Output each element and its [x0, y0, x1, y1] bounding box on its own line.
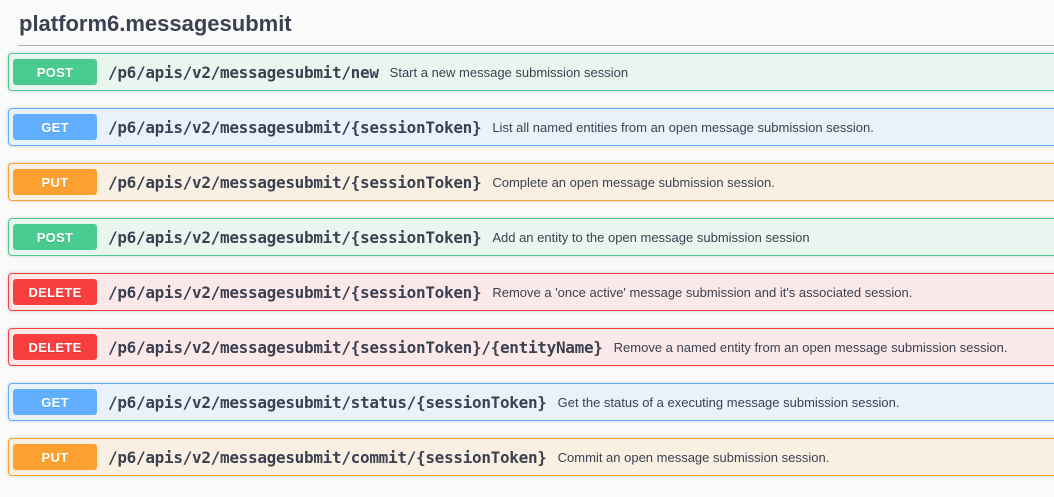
endpoint-path: /p6/apis/v2/messagesubmit/status/{sessio…: [108, 393, 547, 412]
title-divider: [18, 45, 1054, 46]
method-badge: DELETE: [13, 334, 97, 360]
endpoint-row[interactable]: DELETE /p6/apis/v2/messagesubmit/{sessio…: [8, 328, 1054, 366]
endpoint-row[interactable]: PUT /p6/apis/v2/messagesubmit/commit/{se…: [8, 438, 1054, 476]
endpoint-description: List all named entities from an open mes…: [492, 120, 874, 135]
endpoint-list: POST /p6/apis/v2/messagesubmit/new Start…: [8, 53, 1054, 476]
endpoint-path: /p6/apis/v2/messagesubmit/{sessionToken}…: [108, 338, 603, 357]
endpoint-row[interactable]: DELETE /p6/apis/v2/messagesubmit/{sessio…: [8, 273, 1054, 311]
endpoint-path: /p6/apis/v2/messagesubmit/{sessionToken}: [108, 173, 481, 192]
endpoint-description: Remove a 'once active' message submissio…: [492, 285, 912, 300]
endpoint-description: Add an entity to the open message submis…: [492, 230, 809, 245]
endpoint-row[interactable]: POST /p6/apis/v2/messagesubmit/new Start…: [8, 53, 1054, 91]
endpoint-description: Commit an open message submission sessio…: [558, 450, 830, 465]
endpoint-row[interactable]: GET /p6/apis/v2/messagesubmit/status/{se…: [8, 383, 1054, 421]
method-badge: GET: [13, 114, 97, 140]
method-badge: POST: [13, 59, 97, 85]
endpoint-description: Complete an open message submission sess…: [492, 175, 775, 190]
endpoint-path: /p6/apis/v2/messagesubmit/commit/{sessio…: [108, 448, 547, 467]
method-badge: DELETE: [13, 279, 97, 305]
endpoint-row[interactable]: PUT /p6/apis/v2/messagesubmit/{sessionTo…: [8, 163, 1054, 201]
method-badge: PUT: [13, 444, 97, 470]
endpoint-row[interactable]: POST /p6/apis/v2/messagesubmit/{sessionT…: [8, 218, 1054, 256]
method-badge: PUT: [13, 169, 97, 195]
endpoint-description: Start a new message submission session: [390, 65, 628, 80]
page-title: platform6.messagesubmit: [19, 11, 1054, 36]
endpoint-path: /p6/apis/v2/messagesubmit/{sessionToken}: [108, 283, 481, 302]
endpoint-description: Get the status of a executing message su…: [558, 395, 900, 410]
endpoint-path: /p6/apis/v2/messagesubmit/new: [108, 63, 379, 82]
endpoint-path: /p6/apis/v2/messagesubmit/{sessionToken}: [108, 228, 481, 247]
endpoint-description: Remove a named entity from an open messa…: [614, 340, 1008, 355]
endpoint-path: /p6/apis/v2/messagesubmit/{sessionToken}: [108, 118, 481, 137]
method-badge: POST: [13, 224, 97, 250]
method-badge: GET: [13, 389, 97, 415]
endpoint-row[interactable]: GET /p6/apis/v2/messagesubmit/{sessionTo…: [8, 108, 1054, 146]
api-tag-section: platform6.messagesubmit POST /p6/apis/v2…: [0, 11, 1054, 476]
